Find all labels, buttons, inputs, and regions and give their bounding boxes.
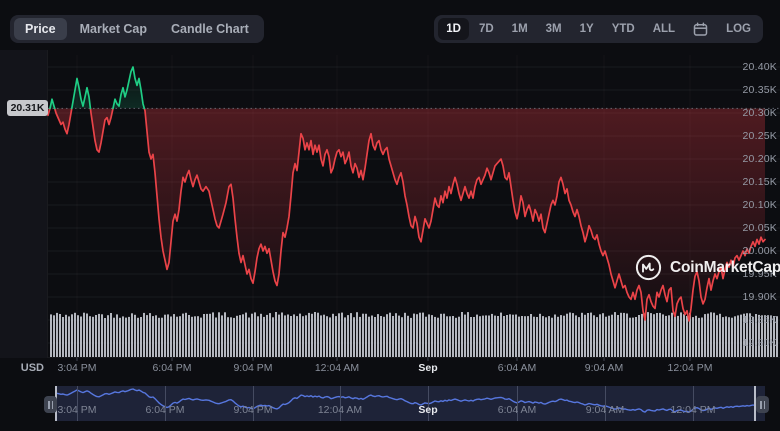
navigator-label-3-04-pm: 3:04 PM xyxy=(57,404,96,416)
range-navigator[interactable]: 3:04 PM 6:04 PM 9:04 PM 12:04 AM Sep 6:04 AM 9… xyxy=(55,386,765,421)
coinmarketcap-price-chart-widget: PriceMarket CapCandle Chart 1D7D1M3M1YYT… xyxy=(0,0,780,431)
navigator-label-9-04-am: 9:04 AM xyxy=(586,404,625,416)
current-price-badge: 20.31K xyxy=(7,100,48,116)
calendar-button[interactable] xyxy=(685,19,716,40)
y-tick-20.35K: 20.35K xyxy=(743,84,777,96)
navigator-label-12-04-pm: 12:04 PM xyxy=(671,404,716,416)
y-tick-20.10K: 20.10K xyxy=(743,199,777,211)
volume-bars xyxy=(50,312,778,357)
tab-market-cap[interactable]: Market Cap xyxy=(69,18,158,40)
log-scale-toggle[interactable]: LOG xyxy=(718,18,759,40)
navigator-label-6-04-am: 6:04 AM xyxy=(498,404,537,416)
y-tick-20.25K: 20.25K xyxy=(743,130,777,142)
x-tick-9-04-pm: 9:04 PM xyxy=(233,362,272,374)
price-chart-canvas[interactable] xyxy=(0,0,780,431)
range-1d[interactable]: 1D xyxy=(438,18,469,40)
chart-type-tabs: PriceMarket CapCandle Chart xyxy=(10,15,264,43)
range-all[interactable]: ALL xyxy=(645,18,683,40)
y-tick-20.30K: 20.30K xyxy=(743,107,777,119)
x-tick-3-04-pm: 3:04 PM xyxy=(57,362,96,374)
currency-unit-label: USD xyxy=(0,362,44,374)
x-tick-6-04-am: 6:04 AM xyxy=(498,362,537,374)
range-7d[interactable]: 7D xyxy=(471,18,502,40)
x-tick-6-04-pm: 6:04 PM xyxy=(152,362,191,374)
range-3m[interactable]: 3M xyxy=(538,18,570,40)
time-range-toolbar: 1D7D1M3M1YYTDALL LOG xyxy=(434,15,763,43)
y-tick-19.85K: 19.85K xyxy=(743,314,777,326)
navigator-label-12-04-am: 12:04 AM xyxy=(318,404,362,416)
y-tick-20.00K: 20.00K xyxy=(743,245,777,257)
calendar-icon xyxy=(693,22,708,37)
y-tick-19.90K: 19.90K xyxy=(743,291,777,303)
x-tick-12-04-pm: 12:04 PM xyxy=(668,362,713,374)
navigator-label-6-04-pm: 6:04 PM xyxy=(145,404,184,416)
tab-candle-chart[interactable]: Candle Chart xyxy=(160,18,260,40)
y-tick-20.20K: 20.20K xyxy=(743,153,777,165)
x-tick-12-04-am: 12:04 AM xyxy=(315,362,359,374)
y-tick-19.80K: 19.80K xyxy=(743,337,777,349)
navigator-label-sep: Sep xyxy=(418,404,437,416)
navigator-label-9-04-pm: 9:04 PM xyxy=(233,404,272,416)
range-1y[interactable]: 1Y xyxy=(572,18,602,40)
range-ytd[interactable]: YTD xyxy=(604,18,643,40)
y-tick-19.95K: 19.95K xyxy=(743,268,777,280)
x-tick-9-04-am: 9:04 AM xyxy=(585,362,624,374)
range-1m[interactable]: 1M xyxy=(504,18,536,40)
y-tick-20.15K: 20.15K xyxy=(743,176,777,188)
navigator-right-handle[interactable] xyxy=(756,396,769,413)
tab-price[interactable]: Price xyxy=(14,18,67,40)
x-tick-sep: Sep xyxy=(418,362,437,374)
y-tick-20.40K: 20.40K xyxy=(743,61,777,73)
navigator-left-handle[interactable] xyxy=(44,396,57,413)
y-tick-20.05K: 20.05K xyxy=(743,222,777,234)
